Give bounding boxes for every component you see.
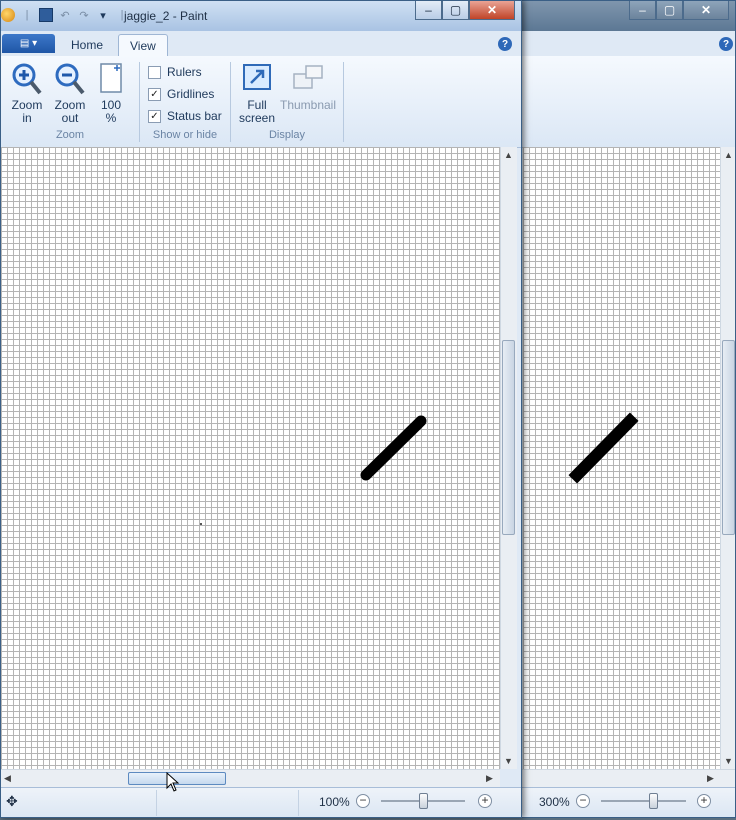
zoom-out-button[interactable]: −: [356, 794, 370, 808]
drawn-line: [568, 412, 639, 484]
group-divider: [139, 62, 140, 142]
scroll-up-icon[interactable]: ▲: [724, 150, 733, 160]
zoom-out-icon: [55, 63, 85, 95]
tab-view[interactable]: View: [118, 34, 168, 56]
scroll-right-icon[interactable]: ▶: [707, 773, 714, 784]
zoom-level: 100%: [319, 795, 350, 809]
scroll-left-icon[interactable]: ◀: [4, 773, 11, 784]
group-divider: [230, 62, 231, 142]
zoom-in-button[interactable]: Zoom in: [8, 62, 46, 125]
minimize-icon[interactable]: –: [415, 1, 442, 20]
drawing-canvas[interactable]: [523, 147, 723, 769]
horizontal-scrollbar[interactable]: ▶: [501, 769, 735, 787]
display-group: Full screen Thumbnail Display: [232, 61, 342, 143]
close-icon[interactable]: ✕: [683, 1, 729, 20]
page-icon: [100, 63, 122, 93]
thumbnail-label: Thumbnail: [279, 98, 337, 112]
status-bar: ✥ 100% − +: [1, 787, 521, 817]
qat-divider: |: [25, 9, 29, 21]
hundred-percent-button[interactable]: 100 %: [94, 62, 128, 125]
zoom-in-button[interactable]: +: [478, 794, 492, 808]
minimize-icon[interactable]: –: [629, 1, 656, 20]
save-icon[interactable]: [39, 8, 53, 22]
undo-icon[interactable]: ↶: [58, 8, 72, 22]
drawn-line: [200, 415, 427, 525]
vertical-scroll-thumb[interactable]: [722, 340, 735, 535]
maximize-icon[interactable]: ▢: [442, 1, 469, 20]
scroll-right-icon[interactable]: ▶: [486, 773, 493, 784]
zoom-in-label: Zoom in: [11, 98, 43, 125]
maximize-icon[interactable]: ▢: [656, 1, 683, 20]
rulers-checkbox[interactable]: Rulers: [148, 65, 202, 79]
move-icon: ✥: [6, 793, 18, 809]
zoom-in-icon: [12, 63, 42, 95]
status-bar-label: Status bar: [167, 109, 222, 123]
customize-icon[interactable]: ▾: [96, 8, 110, 22]
mouse-pointer-icon: [166, 772, 180, 792]
vertical-scrollbar[interactable]: ▲ ▼: [720, 147, 735, 769]
full-screen-label: Full screen: [238, 98, 276, 125]
zoom-slider-knob[interactable]: [649, 793, 658, 809]
status-bar-checkbox[interactable]: ✓ Status bar: [148, 109, 222, 123]
zoom-level: 300%: [539, 795, 570, 809]
show-hide-group-label: Show or hide: [152, 129, 218, 141]
help-icon[interactable]: ?: [498, 37, 512, 51]
zoom-out-button[interactable]: −: [576, 794, 590, 808]
title-bar: | ↶ ↷ ▾ | jaggie_2 - Paint – ▢ ✕: [1, 1, 521, 31]
scroll-down-icon[interactable]: ▼: [504, 756, 513, 766]
status-divider: [156, 790, 157, 816]
full-screen-icon: [243, 64, 271, 90]
zoom-slider-track[interactable]: [601, 800, 686, 802]
zoom-group: Zoom in Zoom out 100 % Zoom: [5, 61, 135, 143]
title-bar: – ▢ ✕: [501, 1, 735, 31]
hundred-percent-label: 100 %: [100, 98, 122, 125]
thumbnail-icon: [293, 65, 323, 89]
app-icon[interactable]: [1, 8, 15, 22]
rulers-label: Rulers: [167, 65, 202, 79]
rulers-check-box[interactable]: [148, 65, 161, 79]
full-screen-button[interactable]: Full screen: [237, 62, 277, 125]
ribbon-tabs: ▤ ▾ Home View ?: [1, 32, 521, 56]
ribbon: Zoom in Zoom out 100 % Zoom Rulers ✓ Gri…: [1, 56, 521, 148]
tab-home[interactable]: Home: [60, 34, 114, 56]
close-icon[interactable]: ✕: [469, 1, 515, 20]
paint-window-front: | ↶ ↷ ▾ | jaggie_2 - Paint – ▢ ✕ ▤ ▾ Hom…: [0, 0, 522, 818]
zoom-slider-knob[interactable]: [419, 793, 428, 809]
quick-access-toolbar: | ↶ ↷ ▾ |: [1, 8, 129, 22]
status-bar-check-box[interactable]: ✓: [148, 109, 161, 123]
ribbon: [501, 56, 735, 148]
redo-icon[interactable]: ↷: [77, 8, 91, 22]
thumbnail-button[interactable]: Thumbnail: [279, 62, 337, 112]
drawing-canvas[interactable]: [1, 147, 500, 769]
gridlines-label: Gridlines: [167, 87, 215, 101]
display-group-label: Display: [268, 129, 306, 141]
vertical-scrollbar[interactable]: ▲ ▼: [500, 147, 517, 769]
group-divider: [343, 62, 344, 142]
vertical-scroll-thumb[interactable]: [502, 340, 515, 535]
zoom-out-button[interactable]: Zoom out: [50, 62, 90, 125]
paint-menu-button[interactable]: ▤ ▾: [2, 34, 55, 53]
zoom-out-label: Zoom out: [54, 98, 86, 125]
zoom-group-label: Zoom: [55, 129, 85, 141]
show-hide-group: Rulers ✓ Gridlines ✓ Status bar Show or …: [141, 61, 229, 143]
gridlines-check-box[interactable]: ✓: [148, 87, 161, 101]
help-icon[interactable]: ?: [719, 37, 733, 51]
horizontal-scrollbar[interactable]: ◀ ▶: [1, 769, 500, 787]
scroll-down-icon[interactable]: ▼: [724, 756, 733, 766]
gridlines-checkbox[interactable]: ✓ Gridlines: [148, 87, 214, 101]
window-title: jaggie_2 - Paint: [124, 9, 208, 23]
zoom-in-button[interactable]: +: [697, 794, 711, 808]
status-bar: 300% − +: [501, 787, 735, 817]
paint-window-back: – ▢ ✕ ? ▲ ▼ ▶ 300% − +: [500, 0, 736, 818]
scroll-up-icon[interactable]: ▲: [504, 150, 513, 160]
ribbon-tabs: ?: [501, 32, 735, 56]
status-divider: [298, 790, 299, 816]
